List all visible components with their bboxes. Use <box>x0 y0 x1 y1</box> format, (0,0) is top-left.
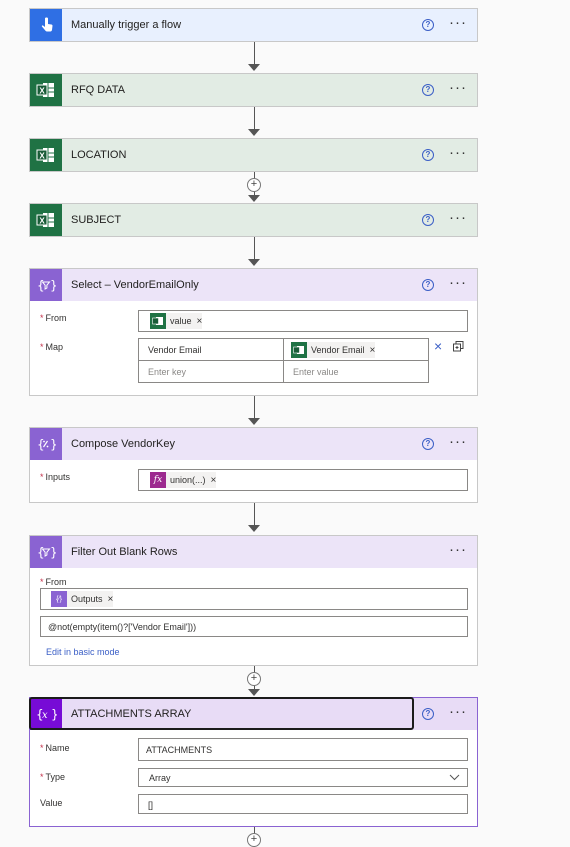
close-icon[interactable]: × <box>197 316 203 327</box>
help-icon[interactable]: ? <box>422 438 434 450</box>
card-subject[interactable]: X SUBJECT ? ··· <box>29 203 478 237</box>
excel-icon: X <box>30 204 62 236</box>
help-icon[interactable]: ? <box>422 84 434 96</box>
excel-icon <box>291 342 307 358</box>
condition-expression-field[interactable]: @not(empty(item()?['Vendor Email'])) <box>40 616 468 637</box>
inputs-label: * Inputs <box>40 472 71 482</box>
connector-arrow <box>248 418 260 425</box>
close-icon[interactable]: × <box>211 475 217 486</box>
svg-text:X: X <box>39 216 45 225</box>
svg-text:{: { <box>37 279 45 293</box>
touch-icon <box>30 9 62 41</box>
fx-icon: fx <box>150 472 166 488</box>
map-new-value-field[interactable]: Enter value <box>283 360 429 383</box>
more-icon[interactable]: ··· <box>449 433 467 451</box>
name-field[interactable]: ATTACHMENTS <box>138 738 468 761</box>
from-field[interactable]: value × <box>138 310 468 332</box>
card-compose[interactable]: {} Compose VendorKey ? ··· *Inputs fx un… <box>29 427 478 503</box>
excel-icon: X <box>30 74 62 106</box>
inputs-token[interactable]: fx union(...) × <box>150 472 217 488</box>
type-label: * Type <box>40 772 66 782</box>
from-token[interactable]: {⁄} Outputs × <box>51 591 114 607</box>
data-operation-icon: {} <box>30 536 62 568</box>
card-title: Manually trigger a flow <box>71 19 182 31</box>
excel-icon: X <box>30 139 62 171</box>
more-icon[interactable]: ··· <box>449 79 467 97</box>
compose-icon: {} <box>30 428 62 460</box>
type-select[interactable]: Array <box>138 768 468 787</box>
from-label: * From <box>40 313 67 323</box>
chevron-down-icon <box>449 772 460 785</box>
svg-text:X: X <box>39 86 45 95</box>
card-title: LOCATION <box>71 149 127 161</box>
help-icon[interactable]: ? <box>422 708 434 720</box>
excel-icon <box>150 313 166 329</box>
card-filter[interactable]: {} Filter Out Blank Rows ··· *From {⁄} O… <box>29 535 478 666</box>
more-icon[interactable]: ··· <box>449 209 467 227</box>
card-title: RFQ DATA <box>71 84 125 96</box>
map-key-field[interactable]: Vendor Email <box>138 338 284 361</box>
more-icon[interactable]: ··· <box>449 14 467 32</box>
map-value-token[interactable]: Vendor Email × <box>291 342 376 358</box>
connector-arrow <box>248 689 260 696</box>
map-value-field[interactable]: Vendor Email × <box>283 338 429 361</box>
from-token[interactable]: value × <box>150 313 203 329</box>
close-icon[interactable]: × <box>108 594 114 605</box>
help-icon[interactable]: ? <box>422 214 434 226</box>
svg-text:X: X <box>39 151 45 160</box>
card-title: SUBJECT <box>71 214 122 226</box>
connector-arrow <box>248 525 260 532</box>
card-title-focus-outline <box>29 697 414 730</box>
close-icon[interactable]: × <box>370 345 376 356</box>
connector-arrow <box>248 259 260 266</box>
add-step-button[interactable]: + <box>247 833 261 847</box>
svg-text:}: } <box>50 546 56 560</box>
close-icon[interactable]: × <box>434 338 442 354</box>
value-label: Value <box>40 798 63 808</box>
card-title: Compose VendorKey <box>71 438 175 450</box>
name-label: * Name <box>40 743 70 753</box>
svg-text:}: } <box>50 438 56 452</box>
more-icon[interactable]: ··· <box>449 703 467 721</box>
data-operation-icon: {} <box>30 269 62 301</box>
connector-arrow <box>248 195 260 202</box>
inputs-field[interactable]: fx union(...) × <box>138 469 468 491</box>
svg-text:}: } <box>50 279 56 293</box>
copy-icon[interactable] <box>453 341 464 355</box>
from-field[interactable]: {⁄} Outputs × <box>40 588 468 610</box>
card-manually-trigger[interactable]: Manually trigger a flow ? ··· <box>29 8 478 42</box>
map-new-key-field[interactable]: Enter key <box>138 360 284 383</box>
help-icon[interactable]: ? <box>422 19 434 31</box>
from-label: * From <box>40 577 67 587</box>
more-icon[interactable]: ··· <box>449 541 467 559</box>
card-title: Filter Out Blank Rows <box>71 546 178 558</box>
add-step-button[interactable]: + <box>247 672 261 686</box>
more-icon[interactable]: ··· <box>449 274 467 292</box>
help-icon[interactable]: ? <box>422 279 434 291</box>
connector-arrow <box>248 129 260 136</box>
help-icon[interactable]: ? <box>422 149 434 161</box>
add-step-button[interactable]: + <box>247 178 261 192</box>
card-title: Select – VendorEmailOnly <box>71 279 199 291</box>
card-rfq-data[interactable]: X RFQ DATA ? ··· <box>29 73 478 107</box>
card-select[interactable]: {} Select – VendorEmailOnly ? ··· *From … <box>29 268 478 396</box>
card-location[interactable]: X LOCATION ? ··· <box>29 138 478 172</box>
svg-text:{: { <box>37 438 45 452</box>
more-icon[interactable]: ··· <box>449 144 467 162</box>
compose-icon: {⁄} <box>51 591 67 607</box>
map-label: * Map <box>40 342 64 352</box>
card-attachments-array[interactable]: {}x ATTACHMENTS ARRAY ? ··· *Name ATTACH… <box>29 697 478 827</box>
svg-text:{: { <box>37 546 45 560</box>
value-field[interactable]: [] <box>138 794 468 814</box>
edit-basic-mode-link[interactable]: Edit in basic mode <box>46 647 120 657</box>
connector-arrow <box>248 64 260 71</box>
